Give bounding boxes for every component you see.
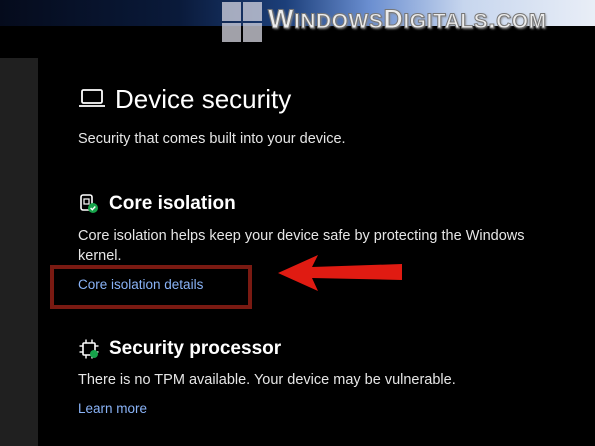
core-isolation-description: Core isolation helps keep your device sa… <box>78 228 525 244</box>
red-arrow-icon <box>278 255 402 291</box>
laptop-icon <box>79 89 105 107</box>
device-security-page: Device security Security that comes buil… <box>0 0 595 446</box>
chip-icon <box>79 339 99 359</box>
core-isolation-description-cont: kernel. <box>78 248 122 264</box>
core-isolation-icon <box>80 194 98 213</box>
core-isolation-title: Core isolation <box>109 193 236 214</box>
security-processor-title: Security processor <box>109 338 282 359</box>
highlight-box <box>50 265 252 309</box>
security-processor-description: There is no TPM available. Your device m… <box>78 372 456 388</box>
page-subtitle: Security that comes built into your devi… <box>78 131 346 147</box>
learn-more-link[interactable]: Learn more <box>78 401 147 416</box>
page-title: Device security <box>115 84 292 114</box>
